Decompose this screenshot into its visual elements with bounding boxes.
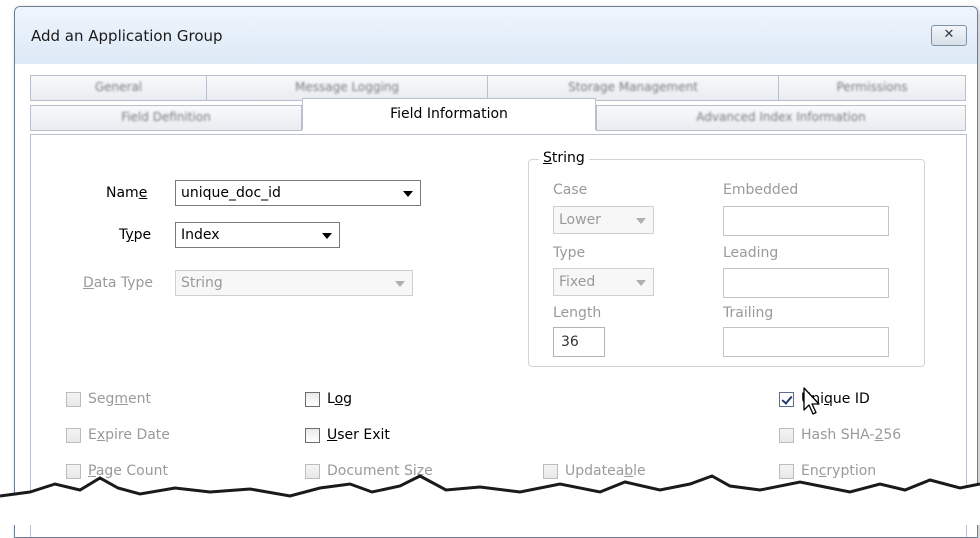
data-type-label: Data Type xyxy=(83,275,154,291)
mouse-cursor-icon xyxy=(803,387,820,415)
checkbox-box[interactable] xyxy=(305,392,320,407)
case-label: Case xyxy=(553,182,588,198)
hash-sha-256-label: Hash SHA-256 xyxy=(801,427,902,443)
tab-label: Storage Management xyxy=(568,80,698,94)
tab-label: General xyxy=(94,80,143,94)
embedded-label: Embedded xyxy=(723,182,799,198)
tab-label: Message Logging xyxy=(294,80,399,94)
log-label: Log xyxy=(327,391,353,407)
string-group-legend: String xyxy=(539,150,589,166)
tab-permissions[interactable]: Permissions xyxy=(778,75,966,101)
tab-label: Advanced Index Information xyxy=(696,110,866,124)
embedded-input[interactable] xyxy=(723,206,889,236)
leading-input[interactable] xyxy=(723,268,889,298)
checkbox-box[interactable] xyxy=(779,428,794,443)
title-bar: Add an Application Group ✕ xyxy=(15,7,977,64)
string-type-dropdown[interactable]: Fixed xyxy=(553,268,654,296)
chevron-down-icon xyxy=(395,281,405,287)
chevron-down-icon xyxy=(636,280,646,286)
case-value: Lower xyxy=(559,212,601,228)
type-dropdown[interactable]: Index xyxy=(175,222,340,248)
segment-label: Segment xyxy=(88,391,152,407)
tab-general[interactable]: General xyxy=(30,75,207,101)
tab-field-definition[interactable]: Field Definition xyxy=(30,105,302,131)
tab-label: Permissions xyxy=(836,80,908,94)
tab-label: Field Information xyxy=(390,106,508,122)
dialog-title: Add an Application Group xyxy=(31,27,223,45)
tab-label: Field Definition xyxy=(121,110,211,124)
trailing-input[interactable] xyxy=(723,327,889,357)
leading-label: Leading xyxy=(723,245,779,261)
length-label: Length xyxy=(553,305,602,321)
close-icon: ✕ xyxy=(943,27,955,42)
expire-date-label: Expire Date xyxy=(88,427,170,443)
close-button[interactable]: ✕ xyxy=(931,25,967,46)
type-label: Type xyxy=(119,227,152,243)
checkbox-box[interactable] xyxy=(779,392,794,407)
dialog-window: Add an Application Group ✕ General Messa… xyxy=(14,6,978,538)
name-label: Name xyxy=(106,185,148,201)
case-dropdown[interactable]: Lower xyxy=(553,206,654,234)
tab-advanced-index-information[interactable]: Advanced Index Information xyxy=(596,105,966,131)
torn-edge xyxy=(0,474,980,525)
user-exit-label: User Exit xyxy=(327,427,390,443)
name-dropdown[interactable]: unique_doc_id xyxy=(175,180,421,206)
name-value: unique_doc_id xyxy=(181,185,281,201)
data-type-dropdown[interactable]: String xyxy=(175,270,413,296)
chevron-down-icon xyxy=(403,191,413,197)
chevron-down-icon xyxy=(636,218,646,224)
string-group: String Case Lower Type Fixed Length 36 E… xyxy=(528,150,925,367)
data-type-value: String xyxy=(181,275,223,291)
checkbox-box[interactable] xyxy=(305,428,320,443)
tab-strip: General Message Logging Storage Manageme… xyxy=(30,65,966,135)
string-type-label: Type xyxy=(553,245,586,261)
checkbox-box[interactable] xyxy=(66,392,81,407)
trailing-label: Trailing xyxy=(723,305,774,321)
length-input[interactable]: 36 xyxy=(553,327,605,357)
type-value: Index xyxy=(181,227,220,243)
chevron-down-icon xyxy=(322,233,332,239)
checkbox-box[interactable] xyxy=(66,428,81,443)
tab-field-information[interactable]: Field Information xyxy=(302,98,596,130)
string-type-value: Fixed xyxy=(559,274,596,290)
